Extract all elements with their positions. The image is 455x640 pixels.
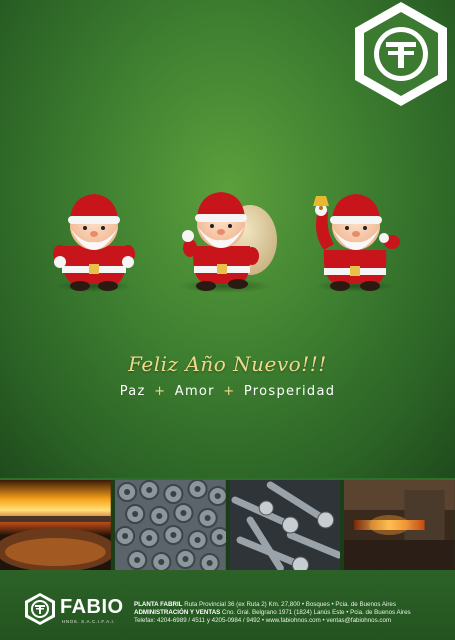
fabio-logo-icon — [25, 593, 55, 625]
tagline-word-love: Amor — [174, 384, 215, 399]
santa-illustrations — [53, 192, 400, 293]
contact-info: PLANTA FABRIL Ruta Provincial 36 (ex Rut… — [134, 601, 452, 625]
plant-address: Ruta Provincial 36 (ex Ruta 2) Km. 27,80… — [184, 601, 396, 608]
furnace-photo — [0, 480, 111, 570]
brand-subtitle: HNOS. S.A.C.I.F.A.I. — [62, 619, 116, 624]
plant-label: PLANTA FABRIL — [134, 601, 183, 608]
bolts-photo — [229, 480, 341, 570]
contact-line-plant: PLANTA FABRIL Ruta Provincial 36 (ex Rut… — [134, 601, 452, 609]
nuts-photo — [114, 480, 226, 570]
santa-with-bell-image — [313, 194, 400, 292]
tagline: Paz + Amor + Prosperidad — [0, 384, 455, 399]
contact-line-admin: ADMINISTRACIÓN Y VENTAS Cno. Gral. Belgr… — [134, 609, 452, 617]
admin-label: ADMINISTRACIÓN Y VENTAS — [134, 609, 221, 616]
plus-separator: + — [154, 384, 167, 399]
brand-name: FABIO — [60, 596, 124, 618]
contact-line-phone: Telefax: 4204-6989 / 4511 y 4205-0984 / … — [134, 617, 392, 624]
fabio-logo-badge — [355, 2, 447, 106]
plus-separator: + — [223, 384, 236, 399]
santa-with-sack-image — [177, 192, 277, 293]
tagline-word-peace: Paz — [119, 384, 146, 399]
footer: FABIO HNOS. S.A.C.I.F.A.I. PLANTA FABRIL… — [0, 570, 455, 640]
tagline-word-prosperity: Prosperidad — [243, 384, 336, 399]
forging-photo — [344, 480, 455, 570]
admin-address: Cno. Gral. Belgrano 1971 (1824) Lanús Es… — [222, 609, 411, 616]
photo-strip — [0, 480, 455, 570]
greeting-card: Feliz Año Nuevo!!! Paz + Amor + Prosperi… — [0, 0, 455, 478]
santa-standing-image — [53, 194, 135, 292]
new-year-headline: Feliz Año Nuevo!!! — [128, 352, 327, 376]
